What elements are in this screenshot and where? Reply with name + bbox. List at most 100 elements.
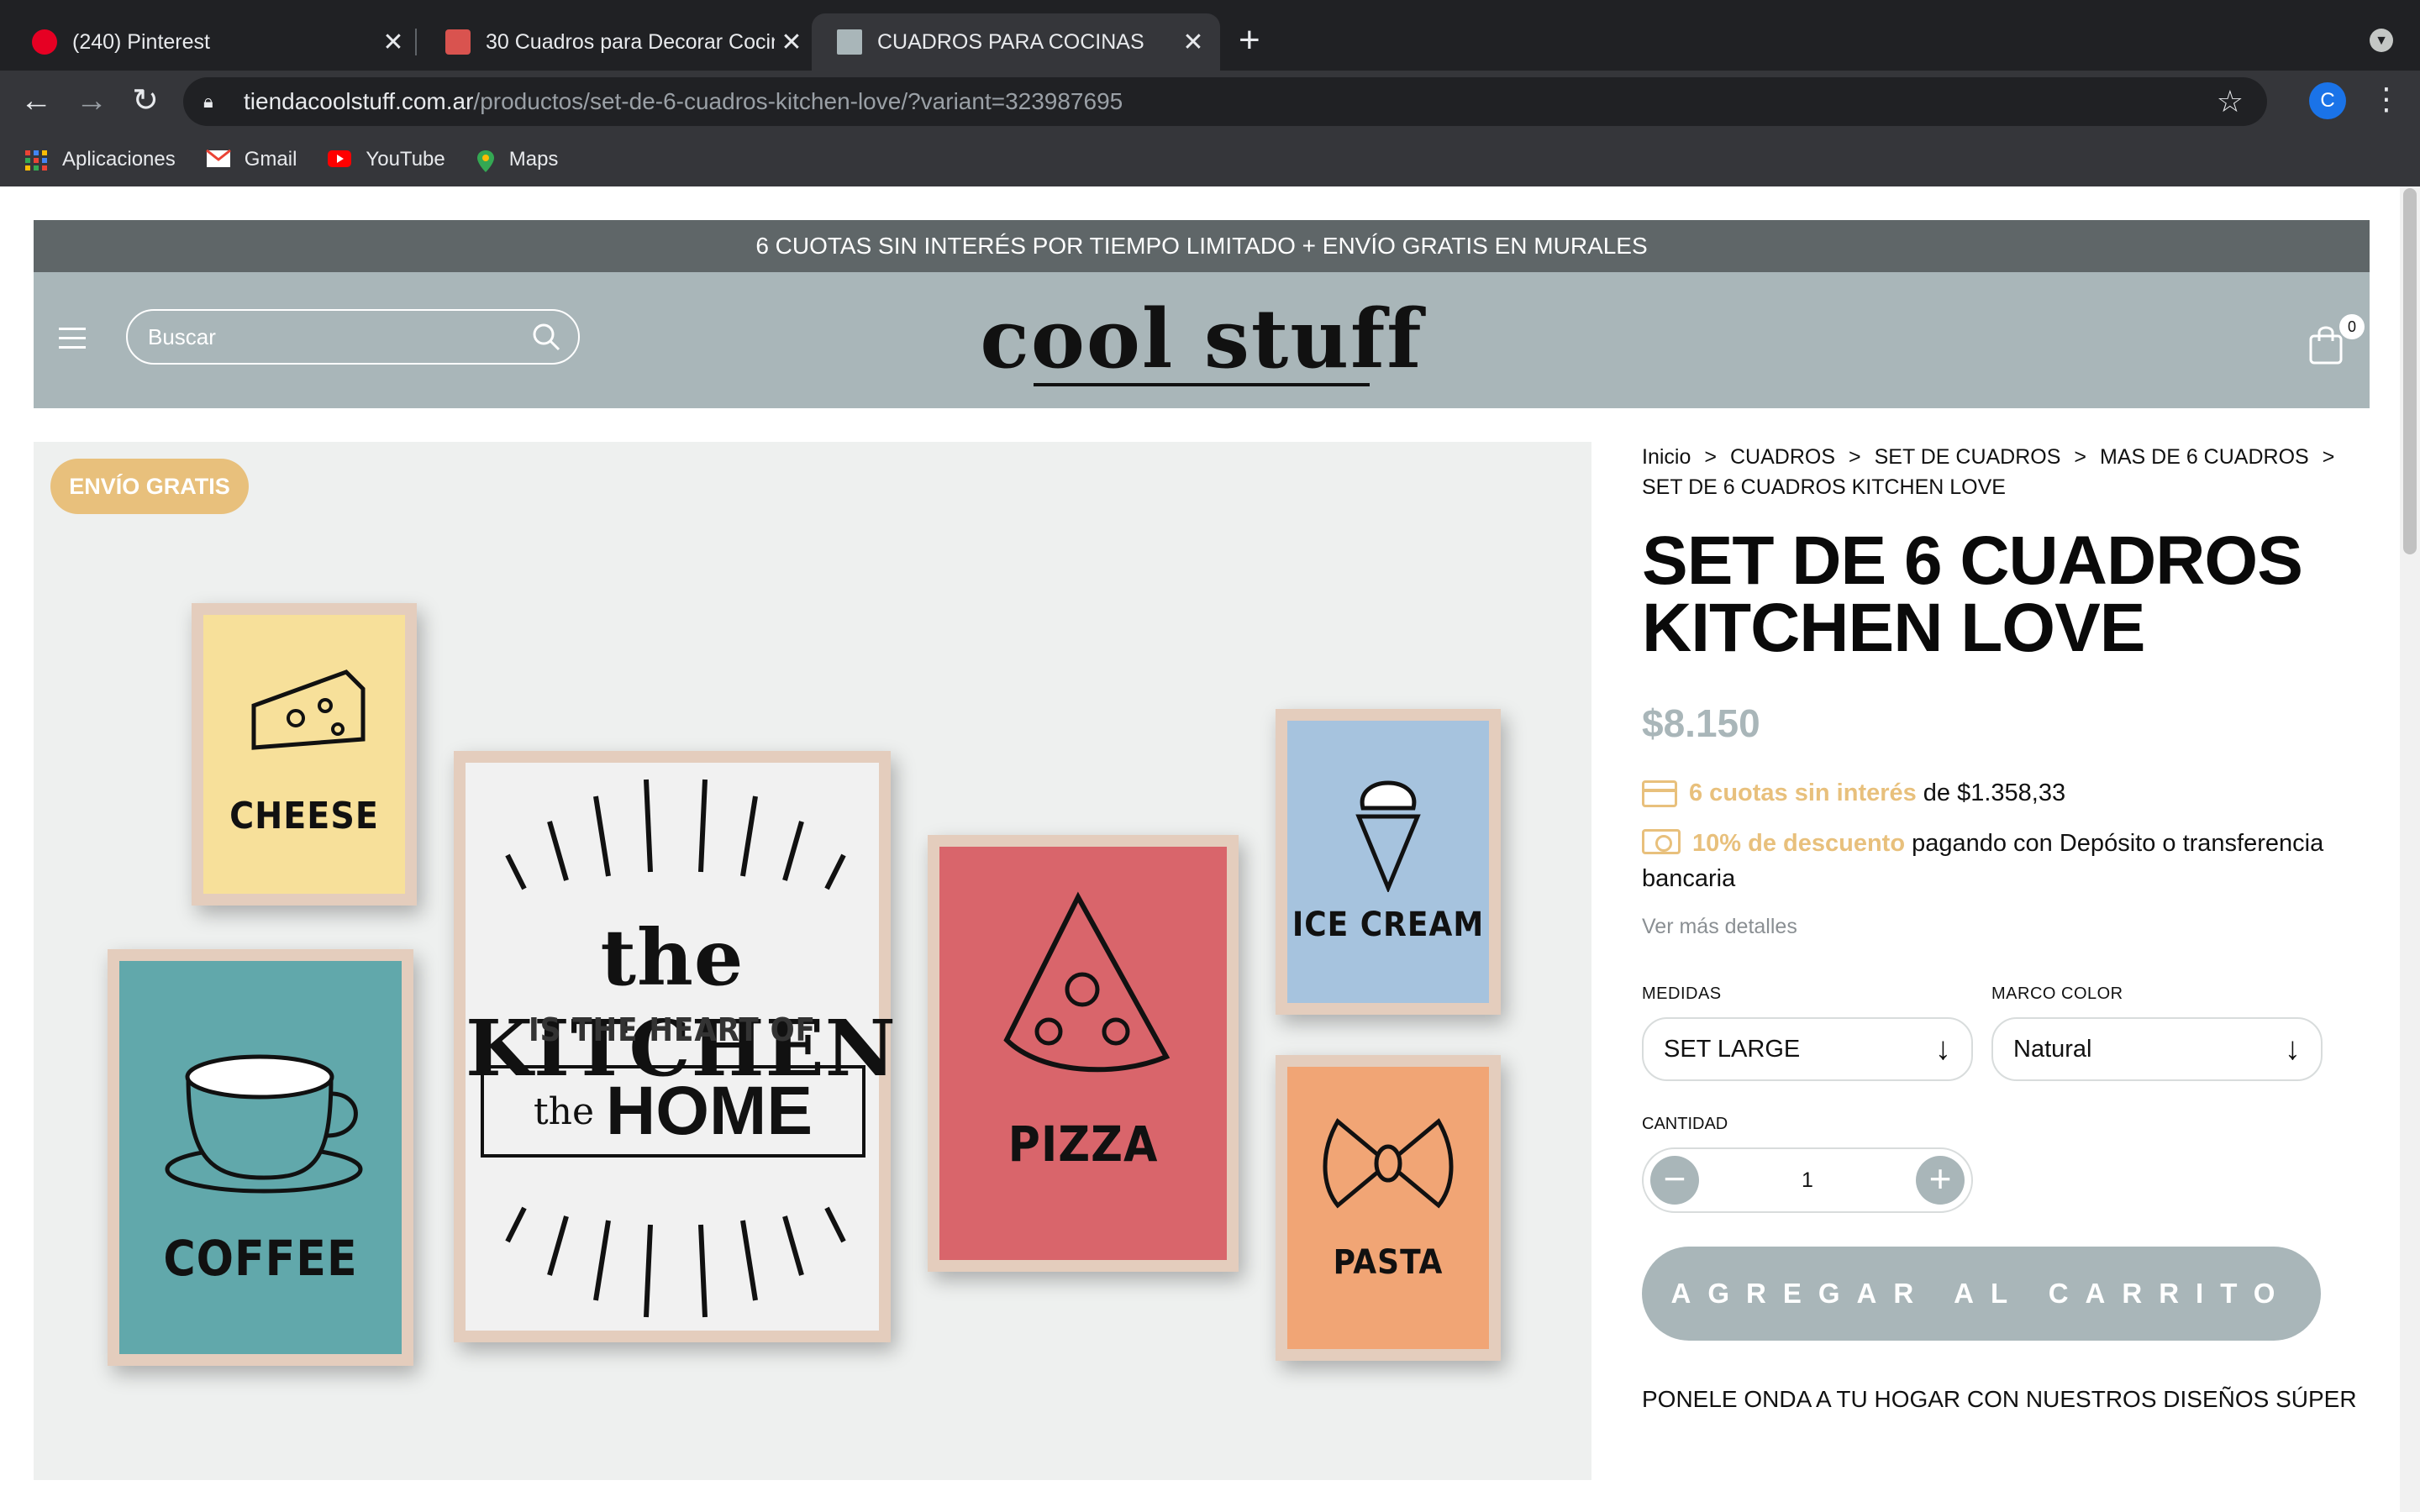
cart-count-badge: 0	[2339, 314, 2365, 339]
more-details-link[interactable]: Ver más detalles	[1642, 915, 2365, 939]
search-input[interactable]: Buscar	[126, 309, 580, 365]
close-tab-icon[interactable]: ✕	[1176, 28, 1210, 57]
artwork-label: COFFEE	[163, 1230, 358, 1287]
browser-menu-icon[interactable]: ⋮	[2371, 81, 2402, 118]
bookmarks-bar: Aplicaciones Gmail YouTube Maps	[0, 133, 2420, 186]
cheese-icon	[251, 669, 366, 750]
breadcrumb-separator: >	[2322, 445, 2335, 469]
bookmark-label: Maps	[508, 148, 559, 171]
bookmark-label: Gmail	[244, 148, 297, 171]
coffee-cup-icon	[165, 1054, 363, 1194]
product-info: Inicio > CUADROS > SET DE CUADROS > MAS DE 6 C…	[1642, 442, 2365, 1413]
frame-color-select[interactable]: Natural ↓	[1991, 1017, 2323, 1081]
increase-quantity-button[interactable]: +	[1916, 1156, 1965, 1205]
tab-pinterest[interactable]: (240) Pinterest ✕	[0, 13, 420, 71]
menu-icon[interactable]	[59, 328, 86, 353]
arrow-down-icon: ↓	[2285, 1031, 2301, 1067]
artwork-label: PASTA	[1333, 1243, 1444, 1282]
address-bar[interactable]: 🔒︎ tiendacoolstuff.com.ar/productos/set-…	[183, 77, 2267, 126]
bowtie-pasta-icon	[1323, 1118, 1454, 1209]
quantity-input[interactable]: 1	[1802, 1168, 1813, 1193]
ice-cream-icon	[1355, 780, 1421, 892]
search-placeholder: Buscar	[148, 323, 216, 349]
product-image[interactable]: ENVÍO GRATIS CHEESE COFFEE the KITCHEN I…	[34, 442, 1591, 1480]
quantity-label: CANTIDAD	[1642, 1115, 1728, 1133]
tab-title: CUADROS PARA COCINAS	[877, 29, 1144, 54]
bookmark-star-icon[interactable]: ☆	[2217, 84, 2244, 119]
ice-cream-frame: ICE CREAM	[1276, 709, 1501, 1015]
youtube-icon	[327, 150, 352, 170]
decrease-quantity-button[interactable]: −	[1650, 1156, 1699, 1205]
profile-avatar[interactable]: C	[2309, 82, 2346, 119]
store-header: Buscar cool stuff 0	[34, 272, 2370, 408]
artwork-label: PIZZA	[1007, 1116, 1159, 1173]
bookmark-youtube[interactable]: YouTube	[327, 148, 445, 171]
breadcrumb-separator: >	[2074, 445, 2087, 469]
browser-toolbar: ← → ↻ 🔒︎ tiendacoolstuff.com.ar/producto…	[0, 71, 2420, 133]
store-favicon-icon	[837, 29, 862, 55]
product-price: $8.150	[1642, 701, 1760, 745]
address-url[interactable]: tiendacoolstuff.com.ar/productos/set-de-…	[244, 88, 1123, 115]
browser-chrome: (240) Pinterest ✕ 30 Cuadros para Decora…	[0, 0, 2420, 186]
maps-icon	[476, 150, 496, 172]
tab-cuadros-cocina[interactable]: 30 Cuadros para Decorar Cocina ✕	[413, 13, 818, 71]
apps-grid-icon	[24, 150, 49, 171]
bookmark-label: Aplicaciones	[62, 148, 176, 171]
arrow-down-icon: ↓	[1935, 1031, 1951, 1067]
page-title: SET DE 6 CUADROS KITCHEN LOVE	[1642, 522, 2303, 666]
discount-info: 10% de descuento pagando con Depósito o …	[1642, 826, 2365, 896]
forward-icon[interactable]: →	[72, 82, 111, 121]
lock-icon: 🔒︎	[203, 91, 213, 112]
store-logo[interactable]: cool stuff	[874, 289, 1529, 390]
sunburst-bottom-icon	[505, 1206, 846, 1318]
tab-strip: (240) Pinterest ✕ 30 Cuadros para Decora…	[0, 0, 2420, 71]
breadcrumb-mas-de-6[interactable]: MAS DE 6 CUADROS	[2100, 445, 2309, 469]
installments-amount: de $1.358,33	[1923, 780, 2066, 806]
size-value: SET LARGE	[1664, 1035, 1801, 1063]
breadcrumb-set-de-cuadros[interactable]: SET DE CUADROS	[1875, 445, 2061, 469]
product-description: PONELE ONDA A TU HOGAR CON NUESTROS DISE…	[1642, 1386, 2357, 1412]
sunburst-top-icon	[505, 779, 846, 890]
reload-icon[interactable]: ↻	[126, 82, 165, 121]
artwork-label: CHEESE	[229, 795, 379, 837]
artwork-label: IS THE HEART OF	[528, 1011, 817, 1048]
size-label: MEDIDAS	[1642, 984, 1722, 1003]
cash-icon	[1642, 829, 1681, 854]
tab-title: (240) Pinterest	[72, 29, 210, 54]
scrollbar-thumb[interactable]	[2403, 188, 2417, 554]
close-tab-icon[interactable]: ✕	[376, 28, 410, 57]
new-tab-button[interactable]: +	[1239, 22, 1260, 59]
search-icon[interactable]	[531, 322, 561, 352]
kitchen-frame: the KITCHEN IS THE HEART OF the HOME	[454, 751, 896, 1342]
home-banner: the HOME	[481, 1065, 865, 1158]
gmail-icon	[205, 149, 231, 170]
breadcrumb-inicio[interactable]: Inicio	[1642, 445, 1691, 469]
credit-card-icon	[1642, 780, 1677, 807]
bookmark-apps[interactable]: Aplicaciones	[24, 148, 176, 171]
bookmark-gmail[interactable]: Gmail	[205, 148, 297, 171]
tab-title: 30 Cuadros para Decorar Cocina	[486, 29, 775, 54]
breadcrumb-separator: >	[1849, 445, 1861, 469]
tab-search-icon[interactable]: ▼	[2370, 29, 2393, 52]
add-to-cart-button[interactable]: AGREGAR AL CARRITO	[1642, 1247, 2321, 1341]
size-select[interactable]: SET LARGE ↓	[1642, 1017, 1973, 1081]
artwork-label: ICE CREAM	[1292, 906, 1485, 944]
promo-banner: 6 CUOTAS SIN INTERÉS POR TIEMPO LIMITADO…	[34, 220, 2370, 272]
quantity-stepper: − 1 +	[1642, 1147, 1973, 1213]
cheese-frame: CHEESE	[192, 603, 417, 906]
frame-color-value: Natural	[2013, 1035, 2092, 1063]
artwork-label: HOME	[606, 1073, 813, 1149]
bookmark-maps[interactable]: Maps	[476, 148, 559, 172]
installments-info: 6 cuotas sin interés de $1.358,33	[1642, 780, 2365, 807]
tab-cuadros-para-cocinas[interactable]: CUADROS PARA COCINAS ✕	[812, 13, 1220, 71]
artwork-label: the	[533, 1089, 595, 1133]
variant-selectors: MEDIDAS SET LARGE ↓ MARCO COLOR Natural …	[1642, 984, 2365, 1081]
close-tab-icon[interactable]: ✕	[775, 28, 808, 57]
pizza-slice-icon	[1003, 891, 1171, 1073]
pasta-frame: PASTA	[1276, 1055, 1501, 1361]
pinterest-icon	[32, 29, 57, 55]
breadcrumb-cuadros[interactable]: CUADROS	[1730, 445, 1835, 469]
bookmark-label: YouTube	[366, 148, 445, 171]
back-icon[interactable]: ←	[17, 82, 55, 121]
cart-icon[interactable]	[2307, 324, 2344, 365]
